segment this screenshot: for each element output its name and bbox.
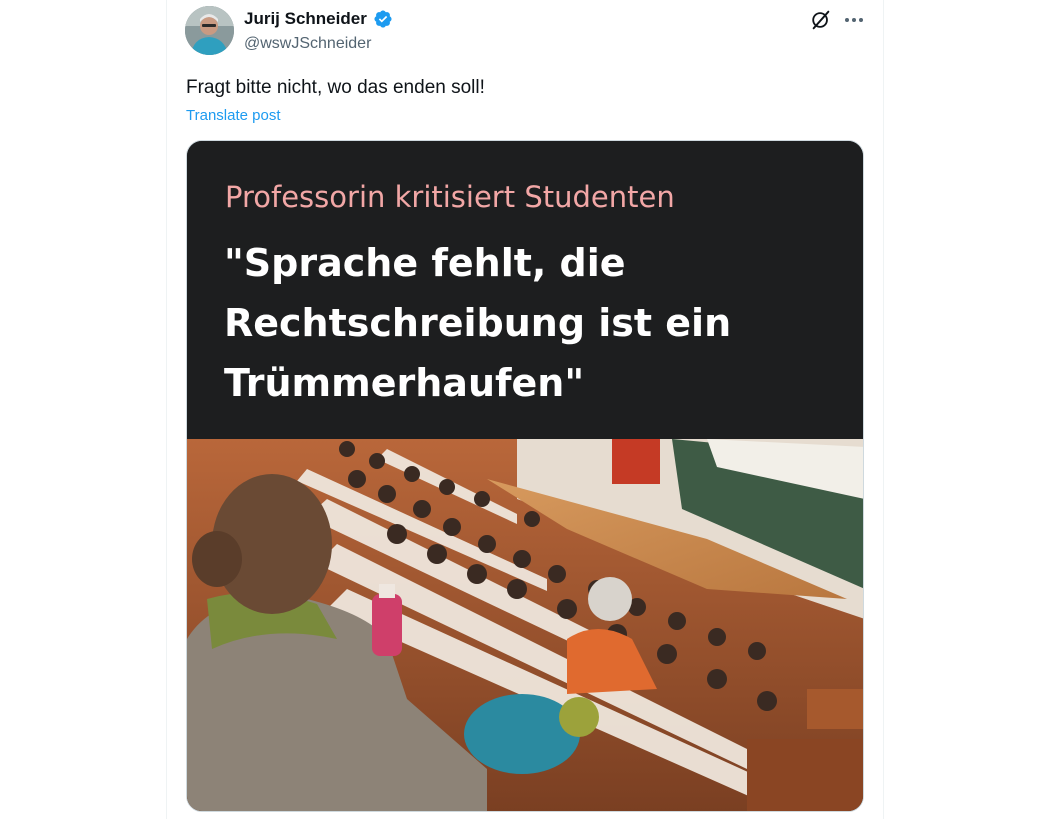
grok-icon[interactable] bbox=[810, 9, 832, 31]
verified-badge-icon bbox=[374, 10, 392, 28]
translate-post-link[interactable]: Translate post bbox=[186, 106, 281, 126]
lecture-hall-photo bbox=[187, 439, 863, 811]
author-display-name[interactable]: Jurij Schneider bbox=[244, 9, 367, 29]
avatar[interactable] bbox=[185, 6, 234, 55]
more-options-icon[interactable] bbox=[842, 10, 866, 30]
article-kicker: Professorin kritisiert Studenten bbox=[225, 180, 675, 214]
post-text: Fragt bitte nicht, wo das enden soll! bbox=[186, 77, 485, 98]
article-headline: "Sprache fehlt, die Rechtschreibung ist … bbox=[224, 241, 732, 405]
headline-panel: Professorin kritisiert Studenten "Sprach… bbox=[187, 141, 863, 439]
author-handle[interactable]: @wswJSchneider bbox=[244, 34, 371, 54]
post-media-image[interactable]: Professorin kritisiert Studenten "Sprach… bbox=[186, 140, 864, 812]
